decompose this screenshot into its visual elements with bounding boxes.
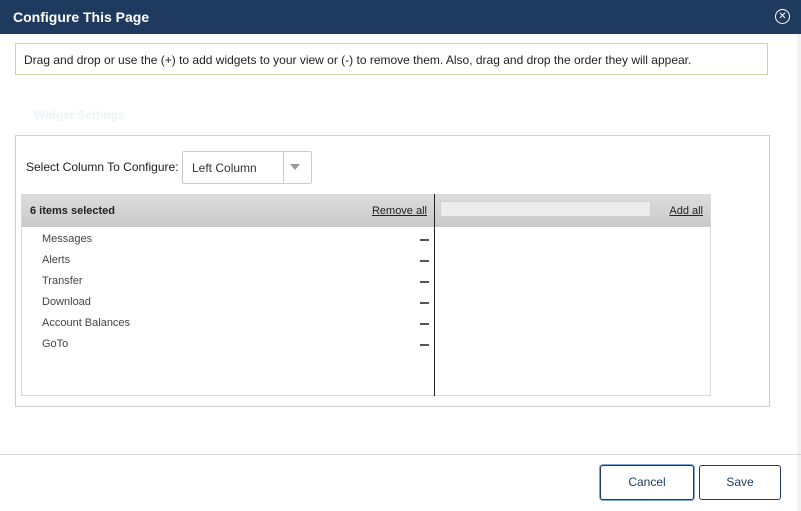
available-widgets-panel: Add all [435, 194, 711, 396]
list-item-label: Download [42, 296, 91, 308]
list-item[interactable]: Account Balances [22, 315, 434, 336]
remove-all-link[interactable]: Remove all [372, 205, 427, 217]
available-panel-header: Add all [435, 195, 710, 227]
close-icon[interactable]: ✕ [775, 9, 790, 24]
minus-icon[interactable] [420, 340, 429, 349]
dialog-titlebar: Configure This Page ✕ [0, 0, 801, 34]
widget-search-input[interactable] [440, 201, 651, 217]
footer-divider [0, 454, 801, 455]
column-select[interactable]: Left Column [182, 151, 312, 184]
list-item[interactable]: GoTo [22, 336, 434, 357]
list-item[interactable]: Alerts [22, 252, 434, 273]
selected-count: 6 items selected [30, 205, 115, 217]
minus-icon[interactable] [420, 298, 429, 307]
widget-settings-heading: Widget Settings [34, 108, 125, 122]
save-button[interactable]: Save [699, 465, 781, 500]
list-item-label: Account Balances [42, 317, 131, 329]
instructions-text: Drag and drop or use the (+) to add widg… [24, 53, 692, 67]
column-select-value: Left Column [192, 161, 257, 175]
list-item-label: Transfer [42, 275, 83, 287]
column-select-label: Select Column To Configure: [26, 160, 179, 174]
minus-icon[interactable] [420, 256, 429, 265]
minus-icon[interactable] [420, 235, 429, 244]
list-item[interactable]: Transfer [22, 273, 434, 294]
selected-panel-header: 6 items selected Remove all [22, 195, 434, 227]
cancel-button[interactable]: Cancel [600, 465, 694, 500]
list-item-label: Messages [42, 233, 93, 245]
list-item[interactable]: Download [22, 294, 434, 315]
dialog-title: Configure This Page [13, 9, 150, 25]
selected-widgets-panel: 6 items selected Remove all Messages Ale… [21, 194, 435, 396]
configure-page-dialog: Configure This Page ✕ Drag and drop or u… [0, 0, 801, 511]
add-all-link[interactable]: Add all [669, 205, 703, 217]
list-item-label: GoTo [42, 338, 69, 350]
background-edge [797, 34, 801, 511]
instructions-box: Drag and drop or use the (+) to add widg… [15, 43, 768, 75]
list-item-label: Alerts [42, 254, 71, 266]
minus-icon[interactable] [420, 277, 429, 286]
minus-icon[interactable] [420, 319, 429, 328]
chevron-down-icon[interactable] [290, 164, 300, 170]
selected-widgets-list: Messages Alerts Transfer Download Accoun… [22, 231, 434, 357]
select-divider [283, 152, 284, 183]
list-item[interactable]: Messages [22, 231, 434, 252]
